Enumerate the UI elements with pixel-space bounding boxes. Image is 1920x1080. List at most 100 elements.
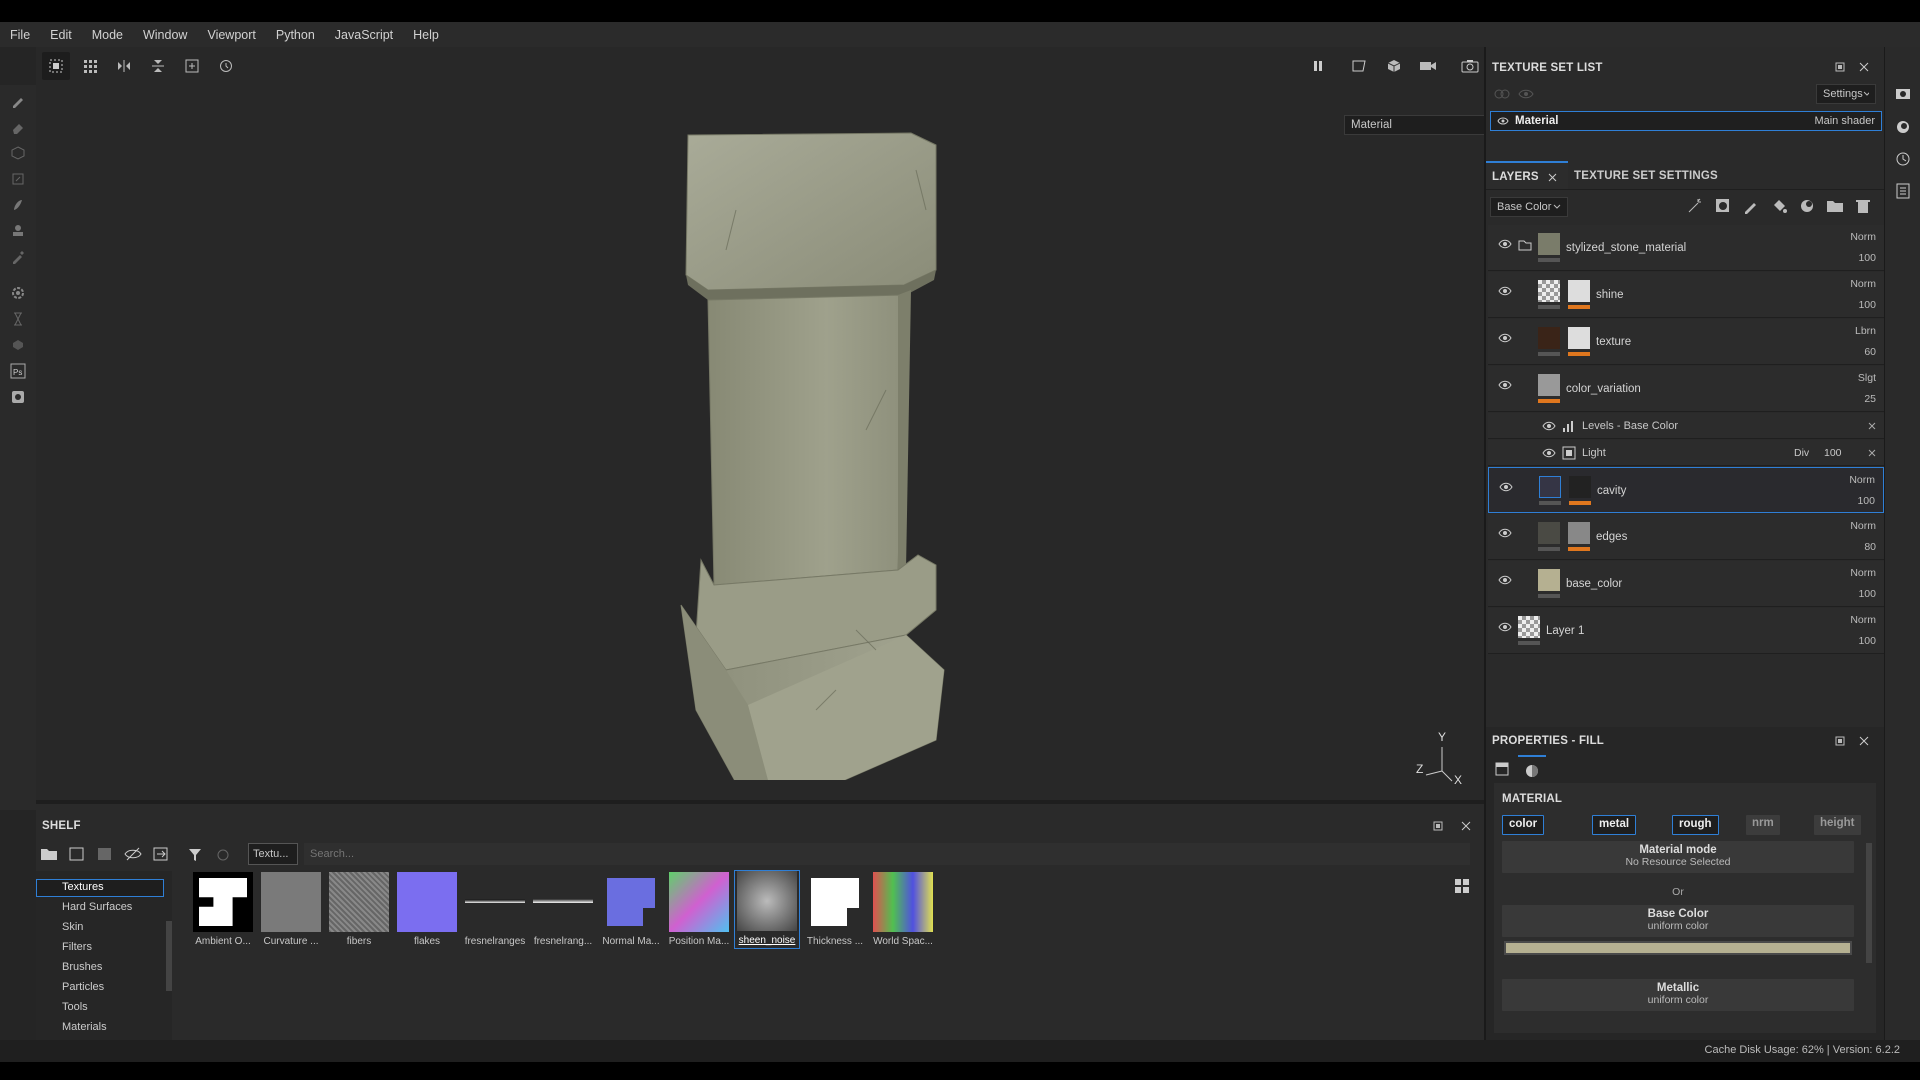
effect-row[interactable]: Light Div 100 — [1488, 440, 1884, 466]
eye-icon[interactable] — [1498, 333, 1512, 343]
effect-blend-mode[interactable]: Div — [1794, 447, 1809, 459]
material-tab[interactable] — [1518, 755, 1546, 781]
eye-icon[interactable] — [1498, 239, 1512, 249]
shelf-category-particles[interactable]: Particles — [62, 981, 104, 993]
properties-scrollbar[interactable] — [1866, 843, 1872, 963]
eye-icon[interactable] — [1542, 448, 1556, 458]
shelf-item[interactable]: fibers — [326, 872, 392, 947]
close-icon[interactable] — [1868, 422, 1876, 430]
2d-view-button[interactable] — [1346, 52, 1374, 80]
log-icon[interactable] — [1895, 183, 1911, 199]
add-paint-layer-icon[interactable] — [1742, 197, 1760, 215]
clone-tool[interactable] — [8, 221, 28, 241]
eye-icon[interactable] — [1498, 622, 1512, 632]
menu-javascript[interactable]: JavaScript — [335, 28, 393, 42]
metallic-slot[interactable]: Metallic uniform color — [1502, 979, 1854, 1011]
close-icon[interactable] — [1460, 820, 1472, 832]
texture-set-shader[interactable]: Main shader — [1814, 115, 1875, 127]
channel-chip-color[interactable]: color — [1502, 815, 1545, 835]
layer-opacity[interactable]: 100 — [1857, 495, 1875, 507]
shelf-item[interactable]: Normal Ma... — [598, 872, 664, 947]
trash-icon[interactable] — [1854, 197, 1872, 215]
layer-row[interactable]: stylized_stone_material Norm 100 — [1488, 225, 1884, 271]
hide-icon[interactable] — [124, 846, 142, 862]
menu-help[interactable]: Help — [413, 28, 439, 42]
save-icon[interactable] — [96, 846, 114, 862]
layer-row-selected[interactable]: cavity Norm 100 — [1488, 467, 1884, 513]
channel-chip-height[interactable]: height — [1814, 815, 1861, 835]
add-folder-icon[interactable] — [1826, 197, 1844, 215]
layer-blend-mode[interactable]: Norm — [1849, 474, 1875, 486]
channel-chip-rough[interactable]: rough — [1672, 815, 1719, 835]
undock-icon[interactable] — [1432, 820, 1444, 832]
3d-view-button[interactable] — [1380, 52, 1408, 80]
shader-settings-icon[interactable] — [1895, 119, 1911, 135]
menu-window[interactable]: Window — [143, 28, 187, 42]
close-icon[interactable] — [1868, 449, 1876, 457]
shelf-categories-scrollbar[interactable] — [166, 921, 172, 991]
projection-tool[interactable] — [8, 143, 28, 163]
export-tool[interactable] — [8, 387, 28, 407]
eraser-tool[interactable] — [8, 117, 28, 137]
eye-icon[interactable] — [1498, 528, 1512, 538]
layer-blend-mode[interactable]: Norm — [1850, 520, 1876, 532]
eye-icon[interactable] — [1518, 88, 1534, 100]
menu-viewport[interactable]: Viewport — [207, 28, 255, 42]
history-icon[interactable] — [1895, 151, 1911, 167]
paint-tool[interactable] — [8, 91, 28, 111]
fill-properties-icon[interactable] — [1494, 761, 1510, 777]
layer-blend-mode[interactable]: Slgt — [1858, 372, 1876, 384]
camera-button[interactable] — [1414, 52, 1442, 80]
symmetry-y-button[interactable] — [144, 52, 172, 80]
menu-edit[interactable]: Edit — [50, 28, 72, 42]
layer-row[interactable]: color_variation Slgt 25 — [1488, 366, 1884, 412]
shelf-item[interactable]: Position Ma... — [666, 872, 732, 947]
bake-tool[interactable] — [8, 283, 28, 303]
import-icon[interactable] — [152, 846, 170, 862]
shelf-item[interactable]: fresnelrang... — [530, 872, 596, 947]
layer-row[interactable]: edges Norm 80 — [1488, 514, 1884, 560]
3d-viewport[interactable]: Material Y Z X — [36, 85, 1508, 800]
tab-texture-set-settings[interactable]: TEXTURE SET SETTINGS — [1574, 170, 1718, 182]
close-icon[interactable] — [1858, 61, 1870, 73]
layer-blend-mode[interactable]: Lbrn — [1855, 325, 1876, 337]
link-icon[interactable] — [1494, 88, 1510, 100]
polygon-fill-tool[interactable] — [8, 169, 28, 189]
layer-opacity[interactable]: 100 — [1858, 588, 1876, 600]
add-button[interactable] — [178, 52, 206, 80]
menu-file[interactable]: File — [10, 28, 30, 42]
shelf-item[interactable]: flakes — [394, 872, 460, 947]
layer-opacity[interactable]: 80 — [1864, 541, 1876, 553]
shelf-category-filters[interactable]: Filters — [62, 941, 92, 953]
smudge-tool[interactable] — [8, 195, 28, 215]
layer-row[interactable]: shine Norm 100 — [1488, 272, 1884, 318]
shelf-category-brushes[interactable]: Brushes — [62, 961, 102, 973]
shelf-item[interactable]: Curvature ... — [258, 872, 324, 947]
pause-button[interactable] — [1304, 52, 1332, 80]
texture-set-row[interactable]: Material Main shader — [1490, 111, 1882, 131]
base-color-swatch[interactable] — [1504, 941, 1852, 955]
iray-tool[interactable] — [8, 335, 28, 355]
menu-python[interactable]: Python — [276, 28, 315, 42]
base-color-slot[interactable]: Base Color uniform color — [1502, 905, 1854, 937]
add-mask-icon[interactable] — [1714, 197, 1732, 215]
channel-chip-nrm[interactable]: nrm — [1746, 815, 1780, 835]
layer-blend-mode[interactable]: Norm — [1850, 614, 1876, 626]
eye-icon[interactable] — [1497, 116, 1509, 126]
add-effect-icon[interactable] — [1798, 197, 1816, 215]
layer-opacity[interactable]: 100 — [1858, 252, 1876, 264]
color-picker-tool[interactable] — [8, 247, 28, 267]
layer-row[interactable]: base_color Norm 100 — [1488, 561, 1884, 607]
shelf-category-textures[interactable]: Textures — [62, 881, 104, 893]
add-fill-layer-icon[interactable] — [1770, 197, 1788, 215]
menu-mode[interactable]: Mode — [92, 28, 123, 42]
screenshot-button[interactable] — [1456, 52, 1484, 80]
eye-icon[interactable] — [1498, 380, 1512, 390]
shelf-filter-tag[interactable]: Textu... — [248, 843, 298, 865]
refresh-icon[interactable] — [216, 848, 230, 862]
shelf-item[interactable]: Thickness ... — [802, 872, 868, 947]
shelf-category-skin[interactable]: Skin — [62, 921, 83, 933]
shelf-category-materials[interactable]: Materials — [62, 1021, 107, 1033]
shelf-item[interactable]: World Spac... — [870, 872, 936, 947]
eye-icon[interactable] — [1499, 482, 1513, 492]
